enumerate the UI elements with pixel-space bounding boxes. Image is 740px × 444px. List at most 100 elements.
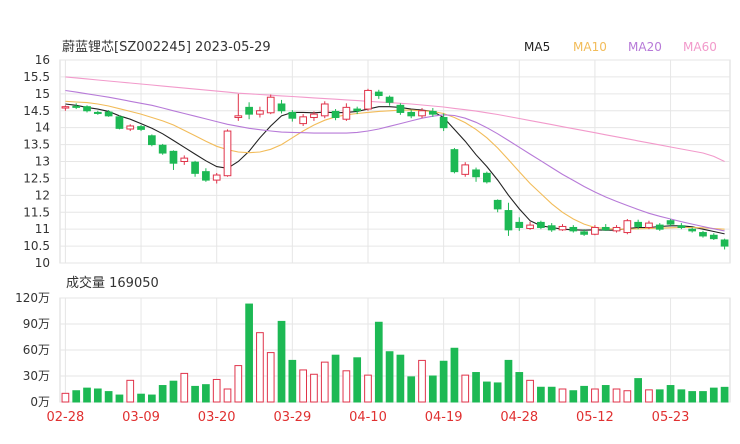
candle-down	[83, 106, 91, 112]
price-chart-title: 蔚蓝锂芯[SZ002245] 2023-05-29	[62, 40, 271, 55]
price-y-tick-label: 16	[35, 53, 50, 67]
volume-bar-up	[645, 389, 653, 403]
candle-up	[342, 106, 351, 120]
candle-up	[256, 110, 264, 115]
volume-bar-down	[396, 354, 405, 403]
volume-bar-down	[115, 394, 124, 403]
volume-bar-down	[601, 385, 610, 403]
volume-bar-down	[385, 351, 394, 403]
candle-down	[158, 144, 167, 154]
date-tick-label: 04-10	[349, 410, 387, 425]
candle-down	[115, 116, 124, 129]
volume-bar-down	[169, 380, 178, 403]
volume-bar-up	[558, 388, 567, 403]
candle-down	[245, 106, 253, 115]
legend-ma10: MA10	[573, 40, 607, 54]
volume-bar-up	[320, 361, 329, 403]
price-y-tick-label: 15	[35, 87, 50, 101]
candle-down	[353, 108, 362, 112]
volume-bar-up	[212, 378, 221, 403]
candle-down	[374, 91, 383, 97]
candle-up	[234, 115, 243, 119]
candle-down	[93, 111, 102, 114]
volume-bar-down	[709, 387, 718, 403]
volume-bar-up	[310, 373, 318, 403]
candle-down	[288, 111, 297, 119]
candle-down	[634, 221, 642, 227]
candle-up	[364, 89, 372, 110]
candle-up	[299, 116, 307, 125]
moving-average-lines	[65, 76, 725, 235]
volume-bar-up	[418, 359, 426, 403]
volume-bar-down	[515, 372, 524, 403]
volume-bar-down	[580, 385, 588, 403]
candle-down	[493, 199, 502, 210]
candle-down	[720, 239, 729, 247]
stock-chart-widget: 蔚蓝锂芯[SZ002245] 2023-05-29 MA5 MA10 MA20 …	[0, 0, 740, 440]
legend-ma20: MA20	[628, 40, 662, 54]
candle-down	[148, 135, 156, 146]
candle-down	[72, 105, 81, 108]
volume-bar-down	[158, 385, 167, 403]
candle-up	[180, 157, 189, 163]
candle-up	[223, 130, 232, 177]
candle-down	[450, 149, 459, 173]
ma-line-ma5	[65, 103, 725, 235]
volume-bar-down	[288, 359, 297, 403]
candle-up	[61, 106, 70, 109]
candle-down	[655, 224, 664, 230]
candlesticks	[61, 88, 729, 250]
candle-down	[137, 126, 145, 130]
candle-down	[439, 117, 448, 129]
candle-down	[537, 221, 545, 228]
date-tick-label: 02-28	[47, 410, 85, 425]
candle-down	[515, 221, 524, 228]
volume-bar-down	[93, 388, 102, 403]
date-tick-label: 04-28	[500, 410, 538, 425]
date-tick-label: 05-23	[652, 410, 690, 425]
volume-bar-down	[83, 387, 91, 403]
candle-down	[580, 231, 588, 235]
volume-bar-down	[137, 393, 145, 403]
volume-chart-title: 成交量 169050	[66, 275, 159, 291]
volume-bar-down	[537, 386, 545, 403]
candle-up	[320, 103, 329, 117]
candle-up	[461, 164, 470, 175]
volume-bar-up	[299, 369, 307, 403]
volume-bar-down	[569, 390, 578, 403]
volume-bar-down	[720, 386, 729, 403]
volume-y-tick-label: 90万	[23, 317, 50, 331]
volume-bar-down	[655, 389, 664, 403]
candle-up	[612, 226, 621, 232]
candle-down	[331, 110, 340, 119]
price-panel: 蔚蓝锂芯[SZ002245] 2023-05-29 MA5 MA10 MA20 …	[23, 40, 731, 270]
candle-down	[677, 225, 686, 228]
volume-bars	[61, 303, 729, 403]
volume-bar-down	[407, 376, 416, 403]
volume-bar-down	[202, 384, 210, 403]
volume-bar-down	[72, 390, 81, 403]
legend-ma60: MA60	[683, 40, 717, 54]
volume-bar-up	[591, 388, 599, 403]
date-tick-label: 03-29	[273, 410, 311, 425]
volume-bar-down	[688, 391, 697, 403]
candle-down	[277, 103, 286, 112]
candle-up	[645, 222, 653, 228]
volume-bar-down	[374, 321, 383, 403]
volume-bar-down	[666, 385, 675, 403]
candle-up	[266, 96, 275, 114]
volume-bar-up	[266, 352, 275, 403]
candle-up	[310, 113, 318, 119]
volume-panel: 成交量 169050 120万 90万 60万 30万 0万	[15, 275, 731, 409]
volume-y-tick-label: 30万	[23, 369, 50, 383]
volume-bar-down	[245, 303, 253, 403]
legend-ma5: MA5	[524, 40, 550, 54]
volume-bar-up	[612, 388, 621, 403]
volume-bar-down	[634, 378, 642, 403]
volume-bar-up	[256, 332, 264, 403]
candle-up	[558, 225, 567, 231]
volume-bar-up	[526, 379, 534, 403]
candle-down	[569, 226, 578, 232]
price-y-tick-label: 15.5	[23, 70, 50, 84]
candle-down	[472, 169, 480, 178]
